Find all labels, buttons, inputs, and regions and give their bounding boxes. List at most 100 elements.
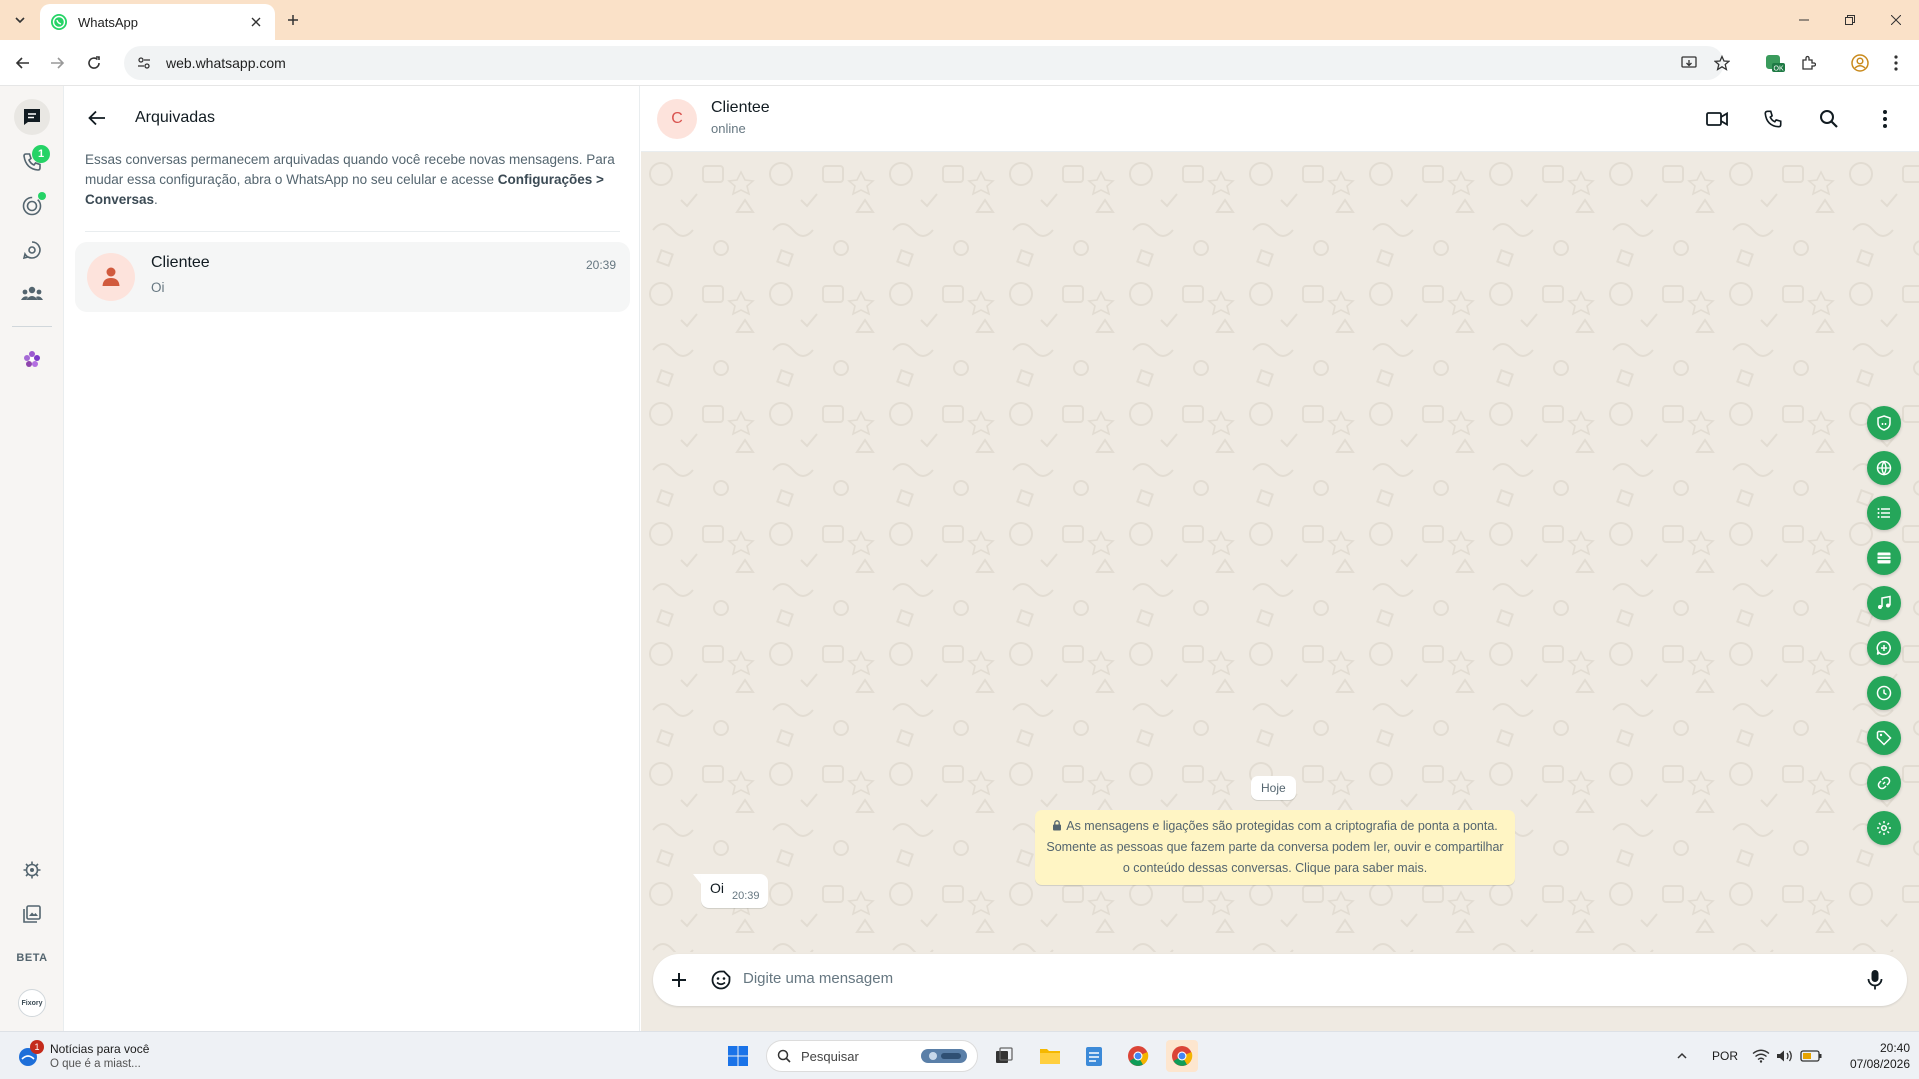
message-tail <box>693 874 701 884</box>
status-unread-dot <box>38 192 46 200</box>
search-icon <box>777 1049 791 1063</box>
news-title: Notícias para você <box>50 1042 150 1056</box>
extension-ok-icon[interactable]: OK <box>1760 48 1790 78</box>
back-arrow-icon[interactable] <box>81 102 113 134</box>
clock-icon[interactable] <box>1867 676 1901 710</box>
shield-icon[interactable] <box>1867 406 1901 440</box>
close-tab-icon[interactable] <box>247 13 265 31</box>
profile-icon[interactable] <box>1845 48 1875 78</box>
wifi-icon[interactable] <box>1752 1032 1770 1079</box>
rail-channels-button[interactable] <box>14 232 50 268</box>
archived-header: Arquivadas <box>65 86 640 150</box>
svg-text:OK: OK <box>1774 66 1784 73</box>
tab-search-dropdown-icon[interactable] <box>8 8 32 32</box>
close-window-icon[interactable] <box>1873 0 1919 40</box>
taskbar-search[interactable]: Pesquisar <box>766 1040 978 1072</box>
conversation-pane: C Clientee online Hoje As mensagens e li… <box>641 86 1919 1031</box>
music-icon[interactable] <box>1867 586 1901 620</box>
message-time: 20:39 <box>732 890 760 902</box>
task-view-icon[interactable] <box>988 1040 1020 1072</box>
contact-status: online <box>711 121 746 136</box>
search-placeholder: Pesquisar <box>801 1048 859 1064</box>
new-tab-button[interactable] <box>282 9 304 31</box>
beta-label: BETA <box>16 952 48 964</box>
chrome-icon[interactable] <box>1122 1040 1154 1072</box>
date-separator: Hoje <box>1251 776 1296 800</box>
voice-call-icon[interactable] <box>1757 103 1789 135</box>
notepad-icon[interactable] <box>1078 1040 1110 1072</box>
conversation-header[interactable]: C Clientee online <box>641 86 1919 152</box>
media-gallery-icon <box>23 905 41 923</box>
chat-last-message: Oi <box>151 280 165 295</box>
bookmark-star-icon[interactable] <box>1707 48 1737 78</box>
gear-icon[interactable] <box>1867 811 1901 845</box>
clock-time: 20:40 <box>1879 1041 1910 1055</box>
chat-list-item[interactable]: Clientee 20:39 Oi <box>75 242 630 312</box>
chat-time: 20:39 <box>585 258 616 272</box>
message-text: Oi <box>710 880 724 896</box>
microphone-icon[interactable] <box>1859 964 1891 996</box>
input-language[interactable]: POR <box>1712 1032 1738 1079</box>
archive-info-text: Essas conversas permanecem arquivadas qu… <box>85 152 615 207</box>
volume-icon[interactable] <box>1776 1032 1794 1079</box>
news-subtitle: O que é a miast... <box>50 1058 141 1070</box>
chat-plus-icon[interactable] <box>1867 631 1901 665</box>
browser-menu-icon[interactable] <box>1881 48 1911 78</box>
compose-bar: Digite uma mensagem <box>653 954 1907 1006</box>
nav-rail: 1 BETA Fixory <box>0 86 64 1031</box>
attach-plus-icon[interactable] <box>663 964 695 996</box>
windows-start-icon[interactable] <box>722 1040 754 1072</box>
reload-icon[interactable] <box>81 50 107 76</box>
site-info-icon[interactable] <box>136 55 152 71</box>
system-clock[interactable]: 20:40 07/08/2026 <box>1830 1040 1910 1072</box>
battery-icon[interactable] <box>1800 1032 1822 1079</box>
chrome-profile-active-icon[interactable] <box>1166 1040 1198 1072</box>
news-badge: 1 <box>30 1040 44 1054</box>
emoji-sticker-icon[interactable] <box>705 964 737 996</box>
file-explorer-icon[interactable] <box>1034 1040 1066 1072</box>
restore-window-icon[interactable] <box>1827 0 1873 40</box>
link-icon[interactable] <box>1867 766 1901 800</box>
message-input[interactable]: Digite uma mensagem <box>743 970 893 987</box>
minimize-window-icon[interactable] <box>1781 0 1827 40</box>
contact-avatar[interactable]: C <box>657 99 697 139</box>
panel-divider <box>85 231 620 232</box>
news-widget[interactable]: 1 Notícias para você O que é a miast... <box>16 1038 149 1074</box>
globe-icon[interactable] <box>1867 451 1901 485</box>
profile-avatar[interactable]: Fixory <box>18 989 46 1017</box>
rail-status-button[interactable] <box>14 188 50 224</box>
archived-panel: Arquivadas Essas conversas permanecem ar… <box>65 86 640 1031</box>
channels-icon <box>22 241 41 260</box>
rail-meta-ai-button[interactable] <box>14 341 50 377</box>
browser-toolbar: web.whatsapp.com <box>0 40 1919 86</box>
search-icon[interactable] <box>1813 103 1845 135</box>
url-text: web.whatsapp.com <box>166 55 286 71</box>
list-icon[interactable] <box>1867 496 1901 530</box>
encryption-notice[interactable]: As mensagens e ligações são protegidas c… <box>1035 810 1515 885</box>
settings-bug-icon <box>23 861 41 879</box>
rail-divider <box>12 326 52 327</box>
incoming-message[interactable]: Oi 20:39 <box>701 874 768 908</box>
whatsapp-favicon-icon <box>51 14 67 30</box>
forward-icon[interactable] <box>44 50 70 76</box>
back-icon[interactable] <box>10 50 36 76</box>
news-weather-icon: 1 <box>16 1040 44 1068</box>
video-call-icon[interactable] <box>1701 103 1733 135</box>
install-app-icon[interactable] <box>1674 48 1704 78</box>
rail-calls-button[interactable]: 1 <box>14 144 50 180</box>
rail-settings-button[interactable] <box>14 852 50 888</box>
tag-icon[interactable] <box>1867 721 1901 755</box>
contact-name[interactable]: Clientee <box>711 99 770 117</box>
tray-overflow-icon[interactable] <box>1676 1032 1688 1079</box>
table-icon[interactable] <box>1867 541 1901 575</box>
search-highlight-icon <box>921 1049 967 1063</box>
rail-chats-button[interactable] <box>14 99 50 135</box>
os-taskbar: 1 Notícias para você O que é a miast... … <box>0 1031 1919 1079</box>
rail-media-button[interactable] <box>14 896 50 932</box>
address-bar[interactable]: web.whatsapp.com <box>124 46 1724 80</box>
rail-communities-button[interactable] <box>14 276 50 312</box>
chat-name: Clientee <box>151 254 210 271</box>
browser-tab-whatsapp[interactable]: WhatsApp <box>40 4 275 40</box>
more-options-icon[interactable] <box>1869 103 1901 135</box>
extensions-puzzle-icon[interactable] <box>1793 48 1823 78</box>
